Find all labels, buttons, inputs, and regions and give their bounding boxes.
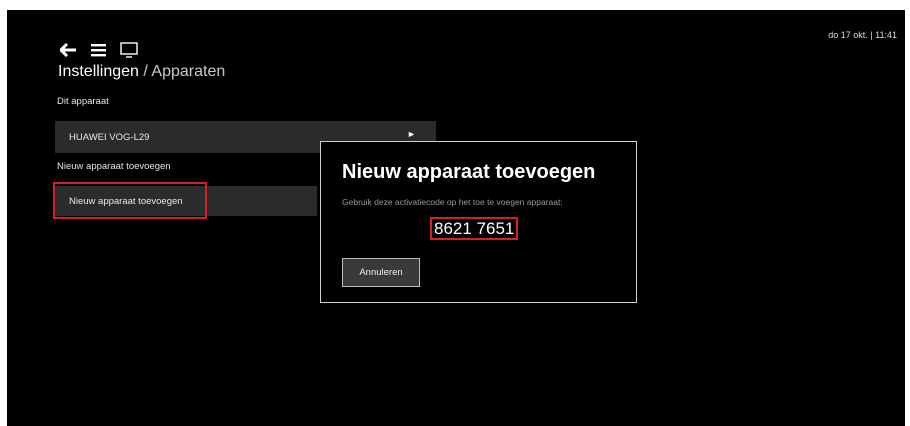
- focus-highlight: [53, 182, 207, 219]
- add-device-label: Nieuw apparaat toevoegen: [57, 161, 171, 172]
- play-arrow-icon: ►: [407, 129, 416, 139]
- breadcrumb-devices: Apparaten: [151, 63, 226, 80]
- breadcrumb-settings: Instellingen: [58, 63, 139, 80]
- dialog-instructions: Gebruik deze activatiecode op het toe te…: [342, 197, 563, 207]
- tv-settings-screen: do 17 okt. | 11:41 Instellingen / Appara…: [7, 10, 905, 426]
- cancel-button[interactable]: Annuleren: [342, 258, 420, 287]
- activation-code: 8621 7651: [430, 217, 519, 240]
- cancel-button-label: Annuleren: [359, 267, 403, 278]
- dialog-title: Nieuw apparaat toevoegen: [342, 161, 596, 183]
- breadcrumb-separator: /: [138, 63, 152, 80]
- clock-date-time: do 17 okt. | 11:41: [828, 30, 897, 40]
- this-device-name: HUAWEI VOG-L29: [69, 131, 150, 143]
- back-arrow-icon[interactable]: [60, 43, 77, 57]
- this-device-label: Dit apparaat: [57, 96, 109, 107]
- menu-icon[interactable]: [91, 43, 106, 57]
- breadcrumb: Instellingen / Apparaten: [58, 63, 225, 81]
- tv-icon[interactable]: [120, 42, 138, 58]
- add-device-dialog: Nieuw apparaat toevoegen Gebruik deze ac…: [320, 141, 637, 303]
